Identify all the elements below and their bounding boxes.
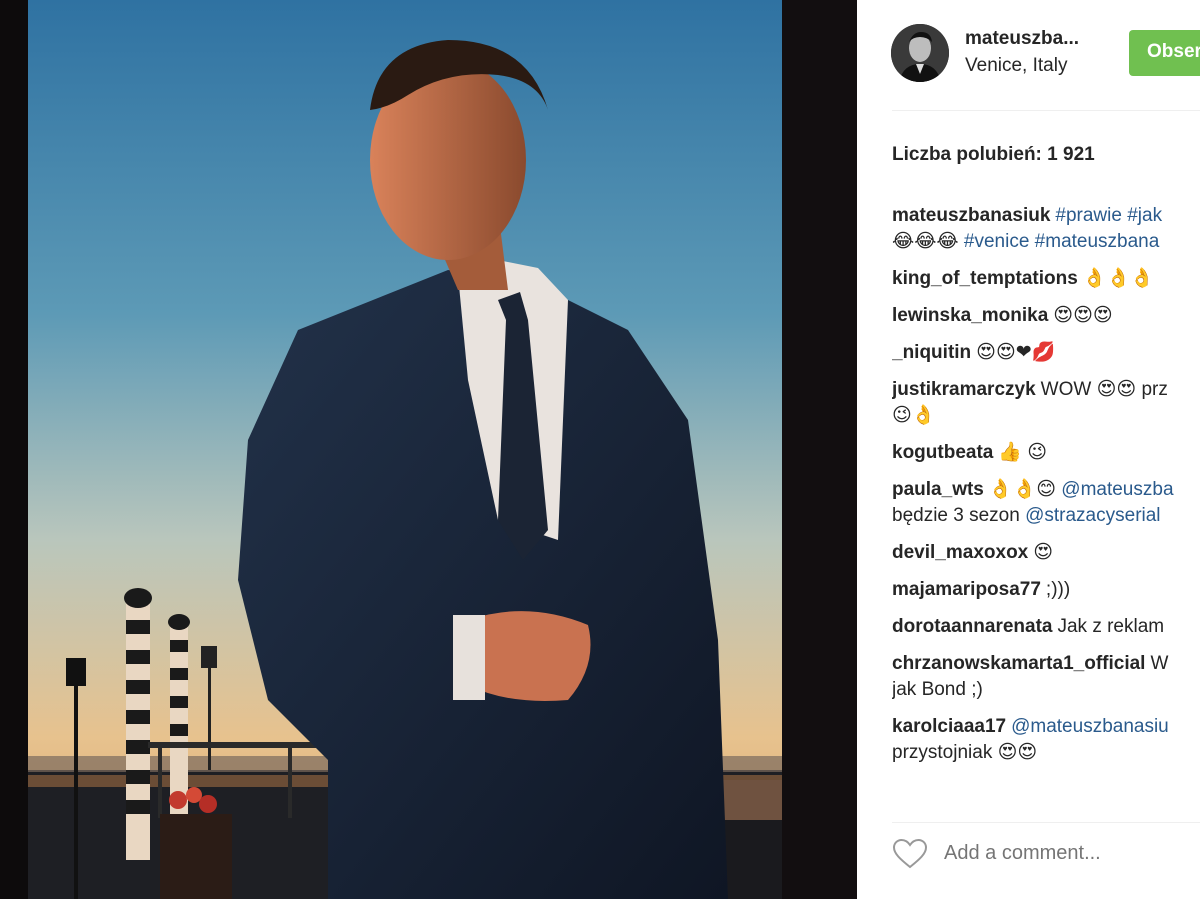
backdrop-strip xyxy=(782,0,857,899)
comment-text: 👍 😉 xyxy=(998,442,1048,463)
post-username[interactable]: mateuszba... xyxy=(965,28,1095,50)
comment-item: justikramarczyk WOW 😍😍 prz 😉👌 xyxy=(892,377,1200,429)
comment-item: _niquitin 😍😍❤💋 xyxy=(892,340,1200,366)
comment-link[interactable]: @mateuszba xyxy=(1061,479,1173,500)
comment-link[interactable]: #jak xyxy=(1127,205,1162,226)
comment-username[interactable]: mateuszbanasiuk xyxy=(892,205,1050,226)
comments-fade xyxy=(857,785,1200,811)
comment-text: przystojniak 😍😍 xyxy=(892,742,1038,763)
actions-divider xyxy=(892,822,1200,823)
comment-item: kogutbeata 👍 😉 xyxy=(892,440,1200,466)
comment-username[interactable]: king_of_temptations xyxy=(892,268,1078,289)
comment-text: jak Bond ;) xyxy=(892,679,983,700)
photo-panel xyxy=(0,0,857,899)
comment-text: 😍 xyxy=(1033,542,1054,563)
comment-link[interactable]: #mateuszbana xyxy=(1035,231,1160,252)
comment-link[interactable]: @strazacyserial xyxy=(1025,505,1160,526)
comment-username[interactable]: devil_maxoxox xyxy=(892,542,1028,563)
comment-text: 👌👌👌 xyxy=(1082,268,1154,289)
post-location[interactable]: Venice, Italy xyxy=(965,55,1067,77)
comment-username[interactable]: paula_wts xyxy=(892,479,984,500)
post-photo[interactable] xyxy=(28,0,782,899)
comment-text: 😍😍😍 xyxy=(1053,305,1113,326)
post-header: mateuszba... Venice, Italy Obserwuj xyxy=(857,0,1200,110)
comment-item: karolciaaa17 @mateuszbanasiu przystojniak … xyxy=(892,714,1200,766)
comment-text: W xyxy=(1150,653,1169,674)
comment-username[interactable]: dorotaannarenata xyxy=(892,616,1052,637)
comment-item: paula_wts 👌👌😊 @mateuszba będzie 3 sezon @s… xyxy=(892,477,1200,529)
comment-text: WOW 😍😍 prz xyxy=(1040,379,1168,400)
comment-username[interactable]: _niquitin xyxy=(892,342,971,363)
heart-outline-icon xyxy=(892,838,928,869)
comment-text: 😉👌 xyxy=(892,405,936,426)
follow-button[interactable]: Obserwuj xyxy=(1129,30,1200,76)
comment-text: ;))) xyxy=(1045,579,1071,600)
comment-text: 😂😂😂 xyxy=(892,231,964,252)
comment-text: 👌👌😊 xyxy=(988,479,1062,500)
photo-image xyxy=(28,0,782,899)
comment-username[interactable]: kogutbeata xyxy=(892,442,993,463)
instagram-post-viewer: mateuszba... Venice, Italy Obserwuj Licz… xyxy=(0,0,1200,899)
comment-text: 😍😍❤💋 xyxy=(976,342,1056,363)
comment-item: dorotaannarenata Jak z reklam xyxy=(892,614,1200,640)
comment-link[interactable]: @mateuszbanasiu xyxy=(1011,716,1169,737)
post-details-panel: mateuszba... Venice, Italy Obserwuj Licz… xyxy=(857,0,1200,899)
comments-list: mateuszbanasiuk #prawie #jak 😂😂😂 #venice #… xyxy=(892,203,1200,803)
comment-item: majamariposa77;))) xyxy=(892,577,1200,603)
header-divider xyxy=(892,110,1200,111)
comment-username[interactable]: lewinska_monika xyxy=(892,305,1048,326)
avatar-image xyxy=(891,24,949,82)
comment-item: mateuszbanasiuk #prawie #jak 😂😂😂 #venice #… xyxy=(892,203,1200,255)
avatar[interactable] xyxy=(891,24,949,82)
comment-item: king_of_temptations 👌👌👌 xyxy=(892,266,1200,292)
comment-item: devil_maxoxox 😍 xyxy=(892,540,1200,566)
like-button[interactable] xyxy=(892,838,928,870)
comment-link[interactable]: #venice xyxy=(964,231,1030,252)
comment-username[interactable]: justikramarczyk xyxy=(892,379,1036,400)
comment-item: lewinska_monika 😍😍😍 xyxy=(892,303,1200,329)
comment-text: będzie 3 sezon xyxy=(892,505,1026,526)
comment-username[interactable]: majamariposa77 xyxy=(892,579,1041,600)
comment-username[interactable]: chrzanowskamarta1_official xyxy=(892,653,1145,674)
comment-item: chrzanowskamarta1_official Wjak Bond ;) xyxy=(892,651,1200,703)
comment-link[interactable]: #prawie xyxy=(1055,205,1122,226)
add-comment-input[interactable] xyxy=(944,842,1184,865)
comment-text: Jak z reklam xyxy=(1057,616,1165,637)
comment-username[interactable]: karolciaaa17 xyxy=(892,716,1006,737)
likes-count[interactable]: Liczba polubień: 1 921 xyxy=(892,144,1095,166)
